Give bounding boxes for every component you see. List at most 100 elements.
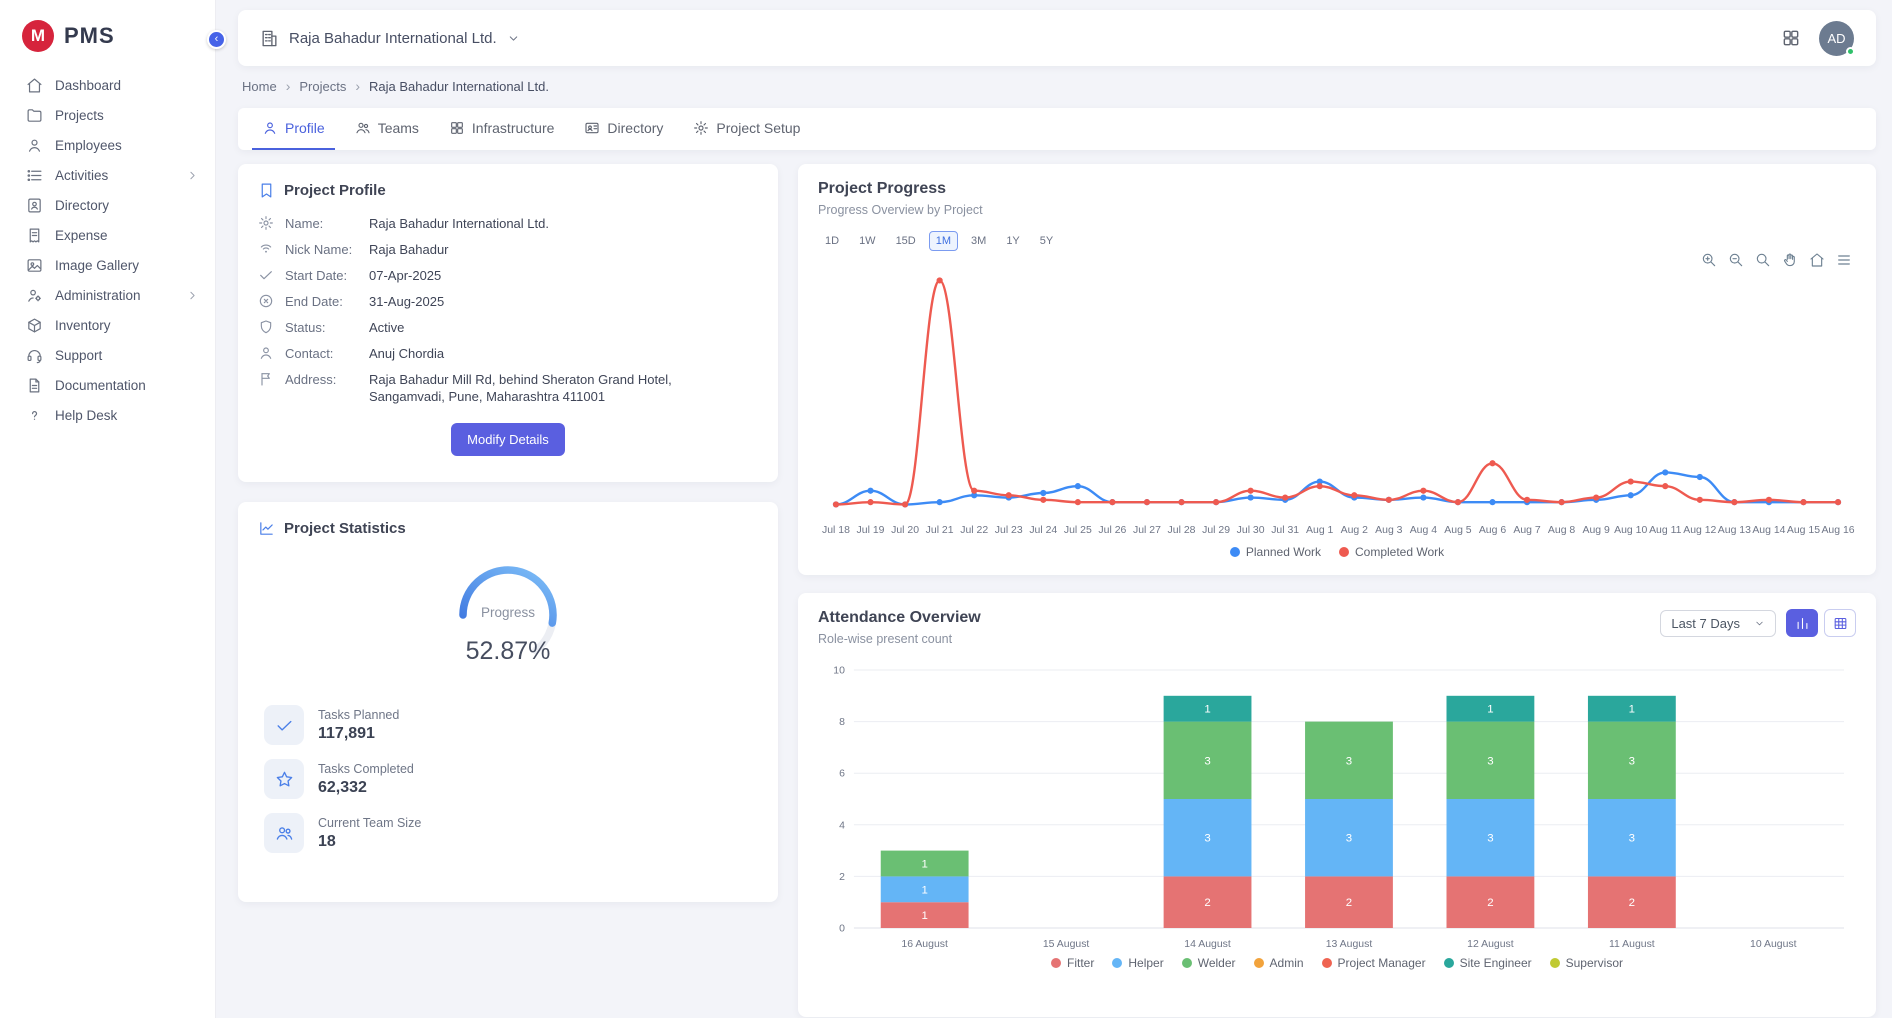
data-point-marker[interactable]	[1386, 497, 1392, 503]
data-point-marker[interactable]	[1593, 494, 1599, 500]
attendance-bar-chart[interactable]: 024681016 August11115 August14 August233…	[818, 656, 1856, 956]
x-axis-label: Aug 13	[1718, 525, 1751, 536]
data-point-marker[interactable]	[833, 501, 839, 507]
sidebar-item-inventory[interactable]: Inventory	[0, 310, 215, 340]
date-range-dropdown[interactable]: Last 7 Days	[1660, 610, 1776, 637]
legend-item[interactable]: Helper	[1112, 956, 1163, 970]
legend-item[interactable]: Fitter	[1051, 956, 1094, 970]
data-point-marker[interactable]	[1213, 499, 1219, 505]
sidebar-item-documentation[interactable]: Documentation	[0, 370, 215, 400]
breadcrumb-home[interactable]: Home	[242, 79, 277, 94]
sidebar-item-administration[interactable]: Administration	[0, 280, 215, 310]
project-profile-card: Project Profile Name: Raja Bahadur Inter…	[238, 164, 778, 482]
data-point-marker[interactable]	[1282, 494, 1288, 500]
data-point-marker[interactable]	[1109, 499, 1115, 505]
tab-teams[interactable]: Teams	[345, 108, 429, 150]
legend-item[interactable]: Completed Work	[1339, 545, 1444, 559]
data-point-marker[interactable]	[1075, 483, 1081, 489]
data-point-marker[interactable]	[1731, 499, 1737, 505]
data-point-marker[interactable]	[1420, 494, 1426, 500]
x-axis-label: Jul 30	[1237, 525, 1265, 536]
project-selector[interactable]: Raja Bahadur International Ltd.	[260, 29, 520, 48]
data-point-marker[interactable]	[971, 488, 977, 494]
data-point-marker[interactable]	[1697, 497, 1703, 503]
legend-item[interactable]: Project Manager	[1322, 956, 1426, 970]
table-view-toggle[interactable]	[1824, 609, 1856, 637]
sidebar-item-projects[interactable]: Projects	[0, 100, 215, 130]
legend-item[interactable]: Welder	[1182, 956, 1236, 970]
data-point-marker[interactable]	[1766, 497, 1772, 503]
range-button[interactable]: 3M	[964, 231, 993, 251]
legend-item[interactable]: Site Engineer	[1444, 956, 1532, 970]
data-point-marker[interactable]	[1800, 499, 1806, 505]
data-point-marker[interactable]	[1662, 469, 1668, 475]
data-point-marker[interactable]	[1248, 494, 1254, 500]
sidebar-item-employees[interactable]: Employees	[0, 130, 215, 160]
stat-label: Tasks Planned	[318, 708, 399, 722]
range-button[interactable]: 1D	[818, 231, 846, 251]
data-point-marker[interactable]	[1040, 490, 1046, 496]
sidebar-item-directory[interactable]: Directory	[0, 190, 215, 220]
menu-icon[interactable]	[1836, 252, 1852, 268]
range-button[interactable]: 5Y	[1033, 231, 1060, 251]
legend-item[interactable]: Supervisor	[1550, 956, 1623, 970]
progress-line-chart[interactable]: Jul 18Jul 19Jul 20Jul 21Jul 22Jul 23Jul …	[818, 255, 1856, 545]
list-icon	[26, 167, 43, 184]
zoom-out-icon[interactable]	[1728, 252, 1744, 268]
data-point-marker[interactable]	[1317, 483, 1323, 489]
data-point-marker[interactable]	[1835, 499, 1841, 505]
data-point-marker[interactable]	[1006, 492, 1012, 498]
tab-profile[interactable]: Profile	[252, 108, 335, 150]
main-content: Raja Bahadur International Ltd. AD Home …	[216, 0, 1892, 1018]
x-axis-label: Aug 12	[1683, 525, 1716, 536]
range-button[interactable]: 15D	[889, 231, 923, 251]
apps-grid-icon[interactable]	[1781, 28, 1801, 48]
zoom-in-icon[interactable]	[1701, 252, 1717, 268]
tab-project-setup[interactable]: Project Setup	[683, 108, 810, 150]
data-point-marker[interactable]	[1075, 499, 1081, 505]
sidebar-item-support[interactable]: Support	[0, 340, 215, 370]
data-point-marker[interactable]	[1697, 474, 1703, 480]
modify-details-button[interactable]: Modify Details	[451, 423, 565, 456]
data-point-marker[interactable]	[1420, 488, 1426, 494]
user-avatar[interactable]: AD	[1819, 21, 1854, 56]
sidebar-item-expense[interactable]: Expense	[0, 220, 215, 250]
data-point-marker[interactable]	[937, 277, 943, 283]
sidebar-item-image-gallery[interactable]: Image Gallery	[0, 250, 215, 280]
data-point-marker[interactable]	[937, 499, 943, 505]
sidebar-item-help-desk[interactable]: Help Desk	[0, 400, 215, 430]
data-point-marker[interactable]	[1248, 488, 1254, 494]
data-point-marker[interactable]	[1489, 460, 1495, 466]
sidebar-item-activities[interactable]: Activities	[0, 160, 215, 190]
breadcrumb-separator: ›	[355, 78, 360, 94]
sidebar-item-dashboard[interactable]: Dashboard	[0, 70, 215, 100]
data-point-marker[interactable]	[1628, 478, 1634, 484]
data-point-marker[interactable]	[1489, 499, 1495, 505]
data-point-marker[interactable]	[902, 501, 908, 507]
tab-infrastructure[interactable]: Infrastructure	[439, 108, 564, 150]
range-button[interactable]: 1Y	[999, 231, 1026, 251]
data-point-marker[interactable]	[1455, 499, 1461, 505]
tab-directory[interactable]: Directory	[574, 108, 673, 150]
data-point-marker[interactable]	[867, 488, 873, 494]
data-point-marker[interactable]	[867, 499, 873, 505]
data-point-marker[interactable]	[1351, 492, 1357, 498]
chart-view-toggle[interactable]	[1786, 609, 1818, 637]
data-point-marker[interactable]	[1144, 499, 1150, 505]
app-logo[interactable]: M PMS	[0, 14, 215, 70]
data-point-marker[interactable]	[1178, 499, 1184, 505]
data-point-marker[interactable]	[1524, 497, 1530, 503]
legend-item[interactable]: Admin	[1254, 956, 1304, 970]
data-point-marker[interactable]	[1040, 497, 1046, 503]
selection-zoom-icon[interactable]	[1755, 252, 1771, 268]
breadcrumb-projects[interactable]: Projects	[299, 79, 346, 94]
data-point-marker[interactable]	[1628, 492, 1634, 498]
pan-icon[interactable]	[1782, 252, 1798, 268]
range-button[interactable]: 1W	[852, 231, 883, 251]
data-point-marker[interactable]	[1662, 483, 1668, 489]
home-icon[interactable]	[1809, 252, 1825, 268]
legend-item[interactable]: Planned Work	[1230, 545, 1321, 559]
range-button[interactable]: 1M	[929, 231, 958, 251]
sidebar-collapse-button[interactable]: ‹	[207, 30, 226, 49]
data-point-marker[interactable]	[1559, 499, 1565, 505]
